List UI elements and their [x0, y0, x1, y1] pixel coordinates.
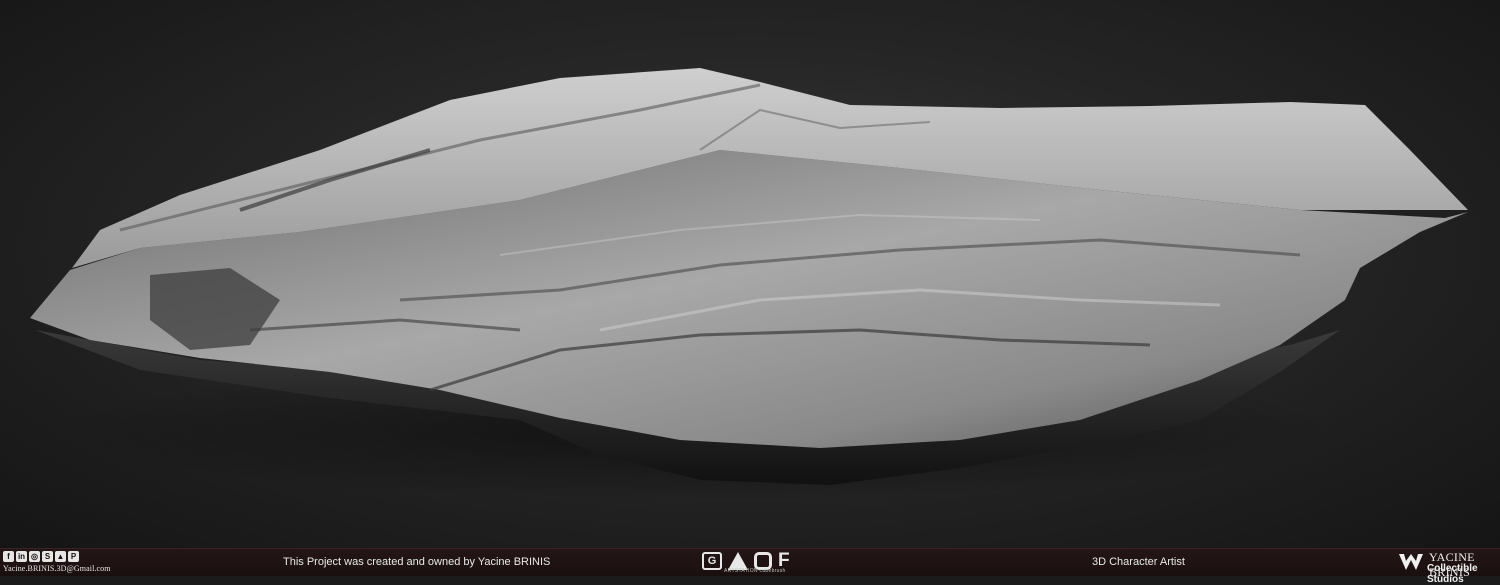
role-text: 3D Character Artist [1092, 556, 1185, 568]
brand-subtitle: Collectible Studios [1427, 563, 1478, 585]
social-links: f in ◎ S ▲ P [3, 551, 79, 562]
gumroad-icon: G [702, 552, 722, 570]
brand-logo-icon [1399, 554, 1423, 570]
linkedin-icon[interactable]: in [16, 551, 27, 562]
credit-text: This Project was created and owned by Ya… [283, 556, 551, 568]
logos-caption: ARTSTATION cubebrush [724, 568, 786, 574]
artstation-icon[interactable]: ▲ [55, 551, 66, 562]
pinterest-icon[interactable]: P [68, 551, 79, 562]
contact-email: Yacine.BRINIS.3D@Gmail.com [3, 564, 111, 573]
render-viewport [0, 0, 1500, 548]
skype-icon[interactable]: S [42, 551, 53, 562]
facebook-icon[interactable]: f [3, 551, 14, 562]
instagram-icon[interactable]: ◎ [29, 551, 40, 562]
footer-bar: f in ◎ S ▲ P Yacine.BRINIS.3D@Gmail.com … [0, 548, 1500, 585]
rock-render [30, 68, 1468, 500]
